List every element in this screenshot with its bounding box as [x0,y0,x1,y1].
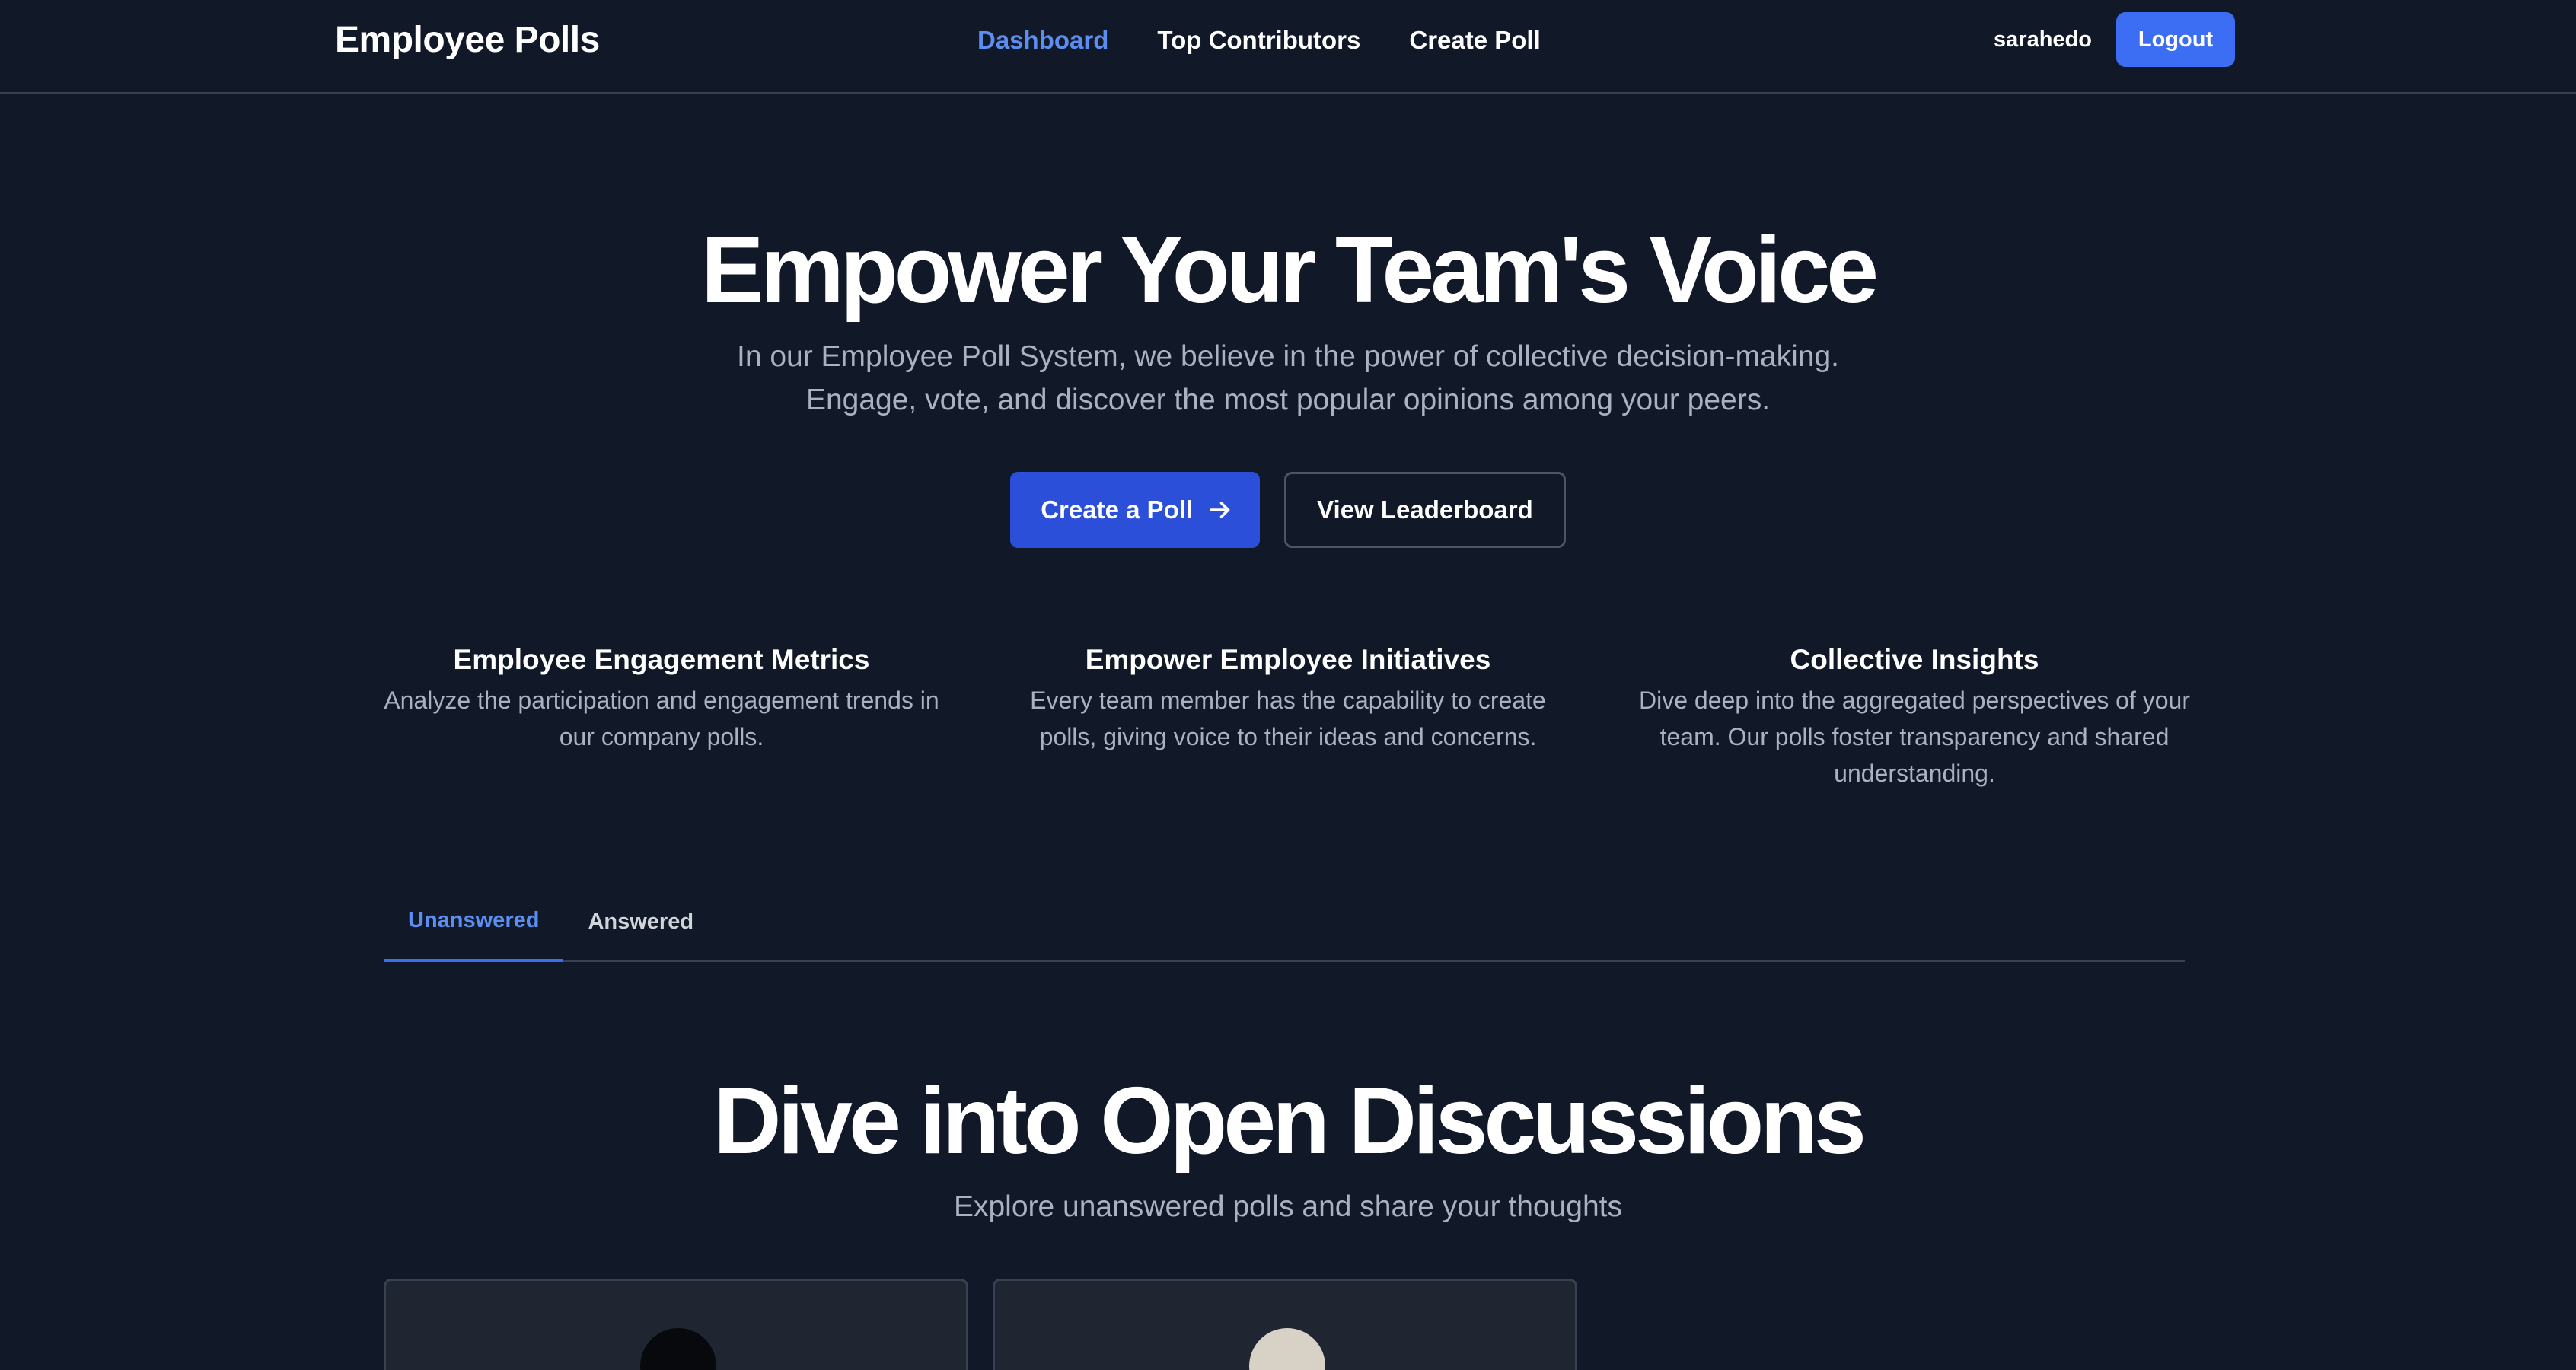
feature-title: Collective Insights [1790,644,2039,675]
feature-engagement-metrics: Employee Engagement Metrics Analyze the … [384,639,939,792]
view-leaderboard-button-label: View Leaderboard [1317,495,1533,524]
avatar [1249,1328,1325,1370]
view-leaderboard-button[interactable]: View Leaderboard [1284,472,1566,548]
hero-title: Empower Your Team's Voice [700,218,1879,323]
feature-title: Employee Engagement Metrics [453,644,870,675]
avatar [640,1328,716,1370]
section-subtitle: Explore unanswered polls and share your … [953,1190,1623,1223]
poll-card[interactable] [384,1279,968,1370]
top-navbar: Employee Polls Dashboard Top Contributor… [0,0,2576,94]
feature-title: Empower Employee Initiatives [1085,644,1491,675]
feature-collective-insights: Collective Insights Dive deep into the a… [1637,639,2192,792]
nav-create-poll-link[interactable]: Create Poll [1409,23,1540,58]
nav-dashboard-link[interactable]: Dashboard [977,23,1108,58]
section-title: Dive into Open Discussions [713,1069,1867,1174]
feature-description: Analyze the participation and engagement… [384,687,939,750]
poll-cards [384,1279,1577,1370]
poll-tabs: Unanswered Answered [384,881,2185,962]
feature-employee-initiatives: Empower Employee Initiatives Every team … [1010,639,1566,792]
hero-actions: Create a Poll View Leaderboard [0,472,2576,548]
feature-description: Dive deep into the aggregated perspectiv… [1638,687,2190,787]
brand-logo-text[interactable]: Employee Polls [335,17,600,64]
logout-button[interactable]: Logout [2116,12,2235,67]
features-row: Employee Engagement Metrics Analyze the … [384,639,2192,792]
poll-card[interactable] [993,1279,1577,1370]
create-poll-button[interactable]: Create a Poll [1010,472,1261,548]
user-box: sarahedo Logout [1994,12,2235,67]
arrow-right-icon [1210,502,1230,518]
current-username: sarahedo [1994,27,2092,52]
nav-top-contributors-link[interactable]: Top Contributors [1157,23,1360,58]
main-nav: Dashboard Top Contributors Create Poll [977,23,1541,58]
feature-description: Every team member has the capability to … [1030,687,1546,750]
tab-unanswered[interactable]: Unanswered [384,881,564,962]
tab-answered[interactable]: Answered [563,881,718,962]
create-poll-button-label: Create a Poll [1041,495,1194,524]
hero-subtitle: In our Employee Poll System, we believe … [736,340,1840,416]
